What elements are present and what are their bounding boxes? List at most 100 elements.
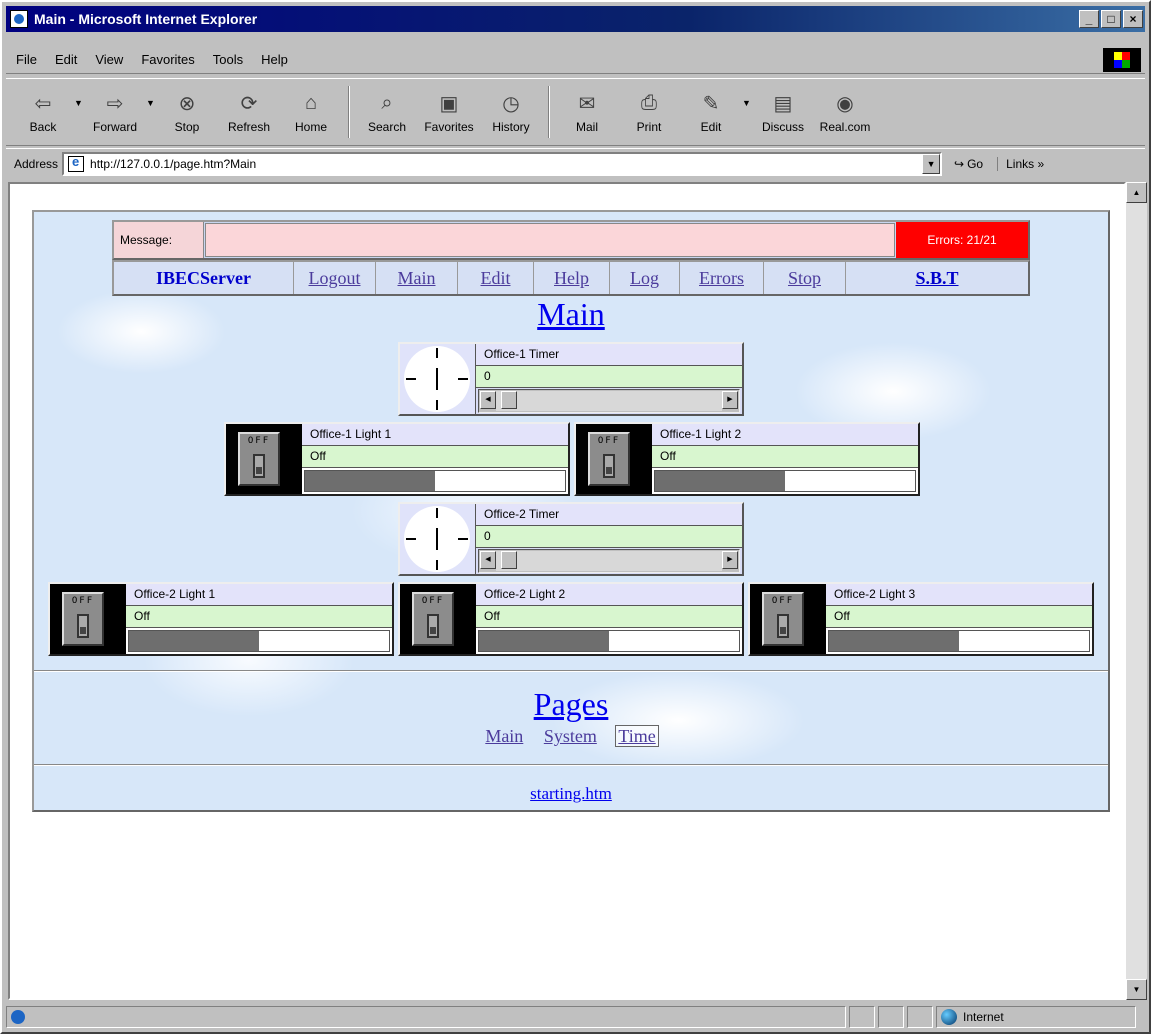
slider-right-button[interactable]: ▶: [722, 551, 738, 569]
print-button[interactable]: ⎙ Print: [618, 90, 680, 135]
menu-file[interactable]: File: [16, 52, 37, 67]
page-icon: [68, 154, 85, 172]
nav-edit-link[interactable]: Edit: [458, 262, 534, 294]
realcom-button[interactable]: ◉ Real.com: [814, 90, 876, 135]
light-switch[interactable]: OFF: [400, 584, 476, 654]
nav-sbt-link[interactable]: S.B.T: [846, 262, 1028, 294]
edit-button[interactable]: ✎ Edit: [680, 90, 742, 135]
light-level-bar[interactable]: [478, 630, 740, 652]
light-switch[interactable]: OFF: [576, 424, 652, 494]
light-switch[interactable]: OFF: [50, 584, 126, 654]
nav-errors-link[interactable]: Errors: [680, 262, 764, 294]
message-bar: Message: Errors: 21/21: [112, 220, 1030, 260]
search-button[interactable]: ⌕ Search: [356, 90, 418, 135]
light-level-bar[interactable]: [654, 470, 916, 492]
slider-left-button[interactable]: ◀: [480, 551, 496, 569]
print-icon: ⎙: [641, 91, 657, 114]
menu-view[interactable]: View: [95, 52, 123, 67]
edit-dropdown[interactable]: ▼: [742, 98, 752, 108]
timer-slider[interactable]: ◀ ▶: [478, 549, 740, 573]
message-field: [205, 223, 895, 257]
light-widget: OFF Office-2 Light 2 Off: [398, 582, 744, 656]
nav-bar: IBECServer Logout Main Edit Help Log Err…: [112, 260, 1030, 296]
pages-heading[interactable]: Pages: [34, 686, 1108, 723]
status-text: [6, 1006, 846, 1028]
close-button[interactable]: ×: [1123, 10, 1143, 28]
page-title[interactable]: Main: [34, 296, 1108, 333]
slider-thumb[interactable]: [501, 391, 517, 409]
menu-edit[interactable]: Edit: [55, 52, 77, 67]
slider-thumb[interactable]: [501, 551, 517, 569]
message-label: Message:: [114, 222, 204, 258]
links-button[interactable]: Links »: [997, 156, 1044, 171]
maximize-button[interactable]: □: [1101, 10, 1121, 28]
scroll-down-button[interactable]: ▼: [1126, 979, 1147, 1000]
title-bar: Main - Microsoft Internet Explorer _ □ ×: [6, 6, 1145, 32]
zone-indicator: Internet: [936, 1006, 1136, 1028]
history-icon: ◷: [502, 92, 520, 115]
address-url[interactable]: http://127.0.0.1/page.htm?Main: [90, 157, 922, 171]
timer-name: Office-1 Timer: [476, 344, 742, 366]
menu-bar: File Edit View Favorites Tools Help: [6, 46, 1145, 74]
discuss-icon: ▤: [773, 92, 793, 115]
address-bar: Address http://127.0.0.1/page.htm?Main ▼…: [6, 148, 1145, 178]
menu-favorites[interactable]: Favorites: [141, 52, 194, 67]
nav-log-link[interactable]: Log: [610, 262, 680, 294]
back-dropdown[interactable]: ▼: [74, 98, 84, 108]
forward-dropdown[interactable]: ▼: [146, 98, 156, 108]
status-cell: [878, 1006, 904, 1028]
page-link-main[interactable]: Main: [483, 726, 525, 746]
globe-icon: [941, 1009, 957, 1025]
nav-logout-link[interactable]: Logout: [294, 262, 376, 294]
nav-help-link[interactable]: Help: [534, 262, 610, 294]
go-button[interactable]: ↪ Go: [954, 157, 983, 171]
errors-indicator[interactable]: Errors: 21/21: [896, 222, 1028, 258]
switch-off-icon: OFF: [412, 592, 454, 646]
starting-link[interactable]: starting.htm: [34, 784, 1108, 804]
light-name: Office-2 Light 1: [126, 584, 392, 606]
home-button[interactable]: ⌂ Home: [280, 90, 342, 135]
status-cell: [849, 1006, 875, 1028]
favorites-button[interactable]: ▣ Favorites: [418, 90, 480, 135]
minimize-button[interactable]: _: [1079, 10, 1099, 28]
light-level-bar[interactable]: [128, 630, 390, 652]
light-value: Off: [126, 606, 392, 628]
page-link-time[interactable]: Time: [615, 725, 659, 747]
timer-slider[interactable]: ◀ ▶: [478, 389, 740, 413]
back-arrow-icon: ⇦: [34, 92, 52, 115]
light-level-bar[interactable]: [304, 470, 566, 492]
go-arrow-icon: ↪: [954, 156, 965, 171]
timer-widget: Office-2 Timer 0 ◀ ▶: [398, 502, 744, 576]
browser-window: Main - Microsoft Internet Explorer _ □ ×…: [0, 0, 1151, 1034]
light-switch[interactable]: OFF: [750, 584, 826, 654]
discuss-button[interactable]: ▤ Discuss: [752, 90, 814, 135]
section-divider: [34, 764, 1108, 766]
slider-track[interactable]: [496, 391, 722, 411]
slider-right-button[interactable]: ▶: [722, 391, 738, 409]
nav-stop-link[interactable]: Stop: [764, 262, 846, 294]
timer-value: 0: [476, 366, 742, 388]
stop-button[interactable]: ⊗ Stop: [156, 90, 218, 135]
mail-icon: ✉: [578, 92, 596, 115]
address-label: Address: [14, 156, 59, 171]
windows-logo-icon: [1103, 48, 1141, 72]
mail-button[interactable]: ✉ Mail: [556, 90, 618, 135]
light-switch[interactable]: OFF: [226, 424, 302, 494]
slider-left-button[interactable]: ◀: [480, 391, 496, 409]
vertical-scrollbar[interactable]: ▲ ▼: [1126, 182, 1147, 1000]
light-level-bar[interactable]: [828, 630, 1090, 652]
menu-help[interactable]: Help: [261, 52, 288, 67]
page-link-system[interactable]: System: [542, 726, 599, 746]
address-dropdown-button[interactable]: ▼: [922, 153, 941, 174]
menu-tools[interactable]: Tools: [213, 52, 243, 67]
scroll-up-button[interactable]: ▲: [1126, 182, 1147, 203]
slider-track[interactable]: [496, 551, 722, 571]
address-input[interactable]: http://127.0.0.1/page.htm?Main ▼: [62, 151, 943, 176]
nav-main-link[interactable]: Main: [376, 262, 458, 294]
refresh-button[interactable]: ⟳ Refresh: [218, 90, 280, 135]
history-button[interactable]: ◷ History: [480, 90, 542, 135]
forward-button[interactable]: ⇨ Forward: [84, 90, 146, 135]
clock-icon: [400, 504, 476, 574]
clock-icon: [400, 344, 476, 414]
back-button[interactable]: ⇦ Back: [12, 90, 74, 135]
